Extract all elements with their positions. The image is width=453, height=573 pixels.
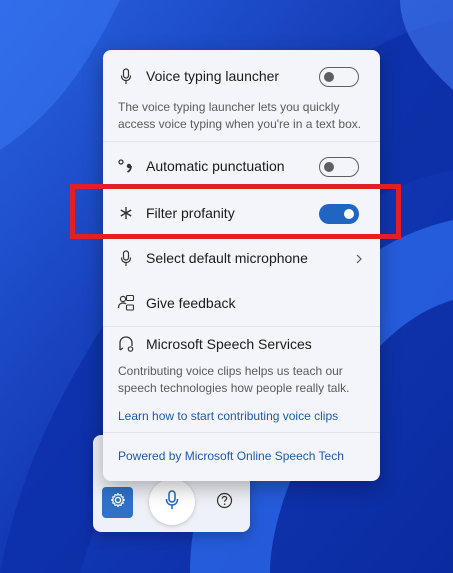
help-icon bbox=[216, 492, 233, 514]
voice-launcher-description: The voice typing launcher lets you quick… bbox=[118, 100, 362, 131]
voice-typing-settings-menu: Voice typing launcher The voice typing l… bbox=[103, 50, 380, 481]
punctuation-icon bbox=[117, 157, 135, 175]
microphone-button[interactable] bbox=[149, 479, 195, 525]
highlight-box bbox=[70, 184, 401, 239]
divider bbox=[103, 432, 380, 433]
voice-launcher-toggle[interactable] bbox=[319, 67, 359, 87]
give-feedback-label: Give feedback bbox=[146, 295, 236, 311]
select-microphone-label: Select default microphone bbox=[146, 250, 308, 266]
speech-services-icon bbox=[117, 335, 135, 353]
voice-launcher-label: Voice typing launcher bbox=[146, 68, 280, 84]
give-feedback-row[interactable]: Give feedback bbox=[103, 291, 380, 315]
speech-services-label: Microsoft Speech Services bbox=[146, 336, 312, 352]
divider bbox=[103, 326, 380, 327]
chevron-right-icon bbox=[353, 252, 365, 264]
divider bbox=[103, 141, 380, 142]
select-microphone-row[interactable]: Select default microphone bbox=[103, 246, 380, 270]
powered-by-link[interactable]: Powered by Microsoft Online Speech Tech bbox=[118, 449, 344, 463]
microphone-icon bbox=[117, 67, 135, 85]
feedback-icon bbox=[117, 294, 135, 312]
contribute-voice-clips-link[interactable]: Learn how to start contributing voice cl… bbox=[118, 409, 338, 423]
auto-punctuation-row[interactable]: Automatic punctuation bbox=[103, 154, 380, 178]
auto-punctuation-toggle[interactable] bbox=[319, 157, 359, 177]
microphone-icon bbox=[165, 489, 179, 515]
settings-button[interactable] bbox=[102, 487, 133, 518]
help-button[interactable] bbox=[214, 492, 234, 514]
speech-services-row: Microsoft Speech Services bbox=[103, 332, 380, 356]
auto-punctuation-label: Automatic punctuation bbox=[146, 158, 285, 174]
microphone-icon bbox=[117, 249, 135, 267]
gear-icon bbox=[110, 492, 126, 513]
voice-launcher-row[interactable]: Voice typing launcher bbox=[103, 64, 380, 88]
speech-services-description: Contributing voice clips helps us teach … bbox=[118, 364, 350, 395]
